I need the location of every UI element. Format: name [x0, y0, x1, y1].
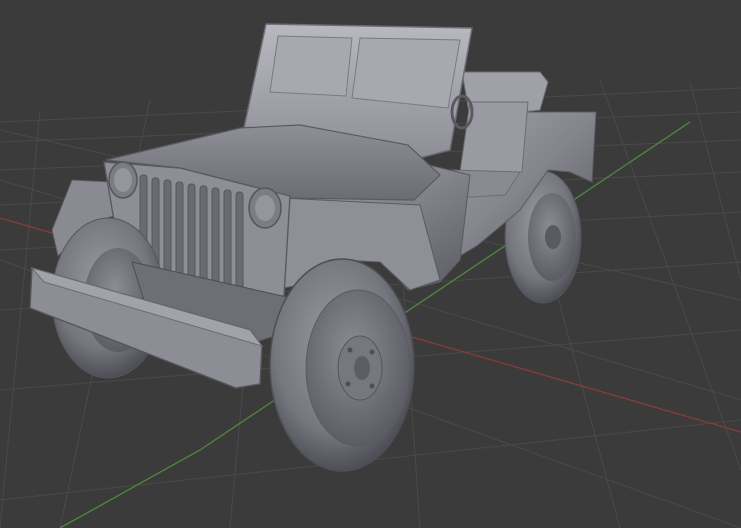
headlight-right: [248, 187, 282, 229]
3d-viewport[interactable]: [0, 0, 741, 528]
viewport-canvas[interactable]: [0, 0, 741, 528]
headlight-left: [108, 161, 138, 199]
front-right-wheel: [269, 258, 415, 472]
jeep-model[interactable]: [29, 23, 597, 472]
seat-back-2: [459, 101, 529, 173]
